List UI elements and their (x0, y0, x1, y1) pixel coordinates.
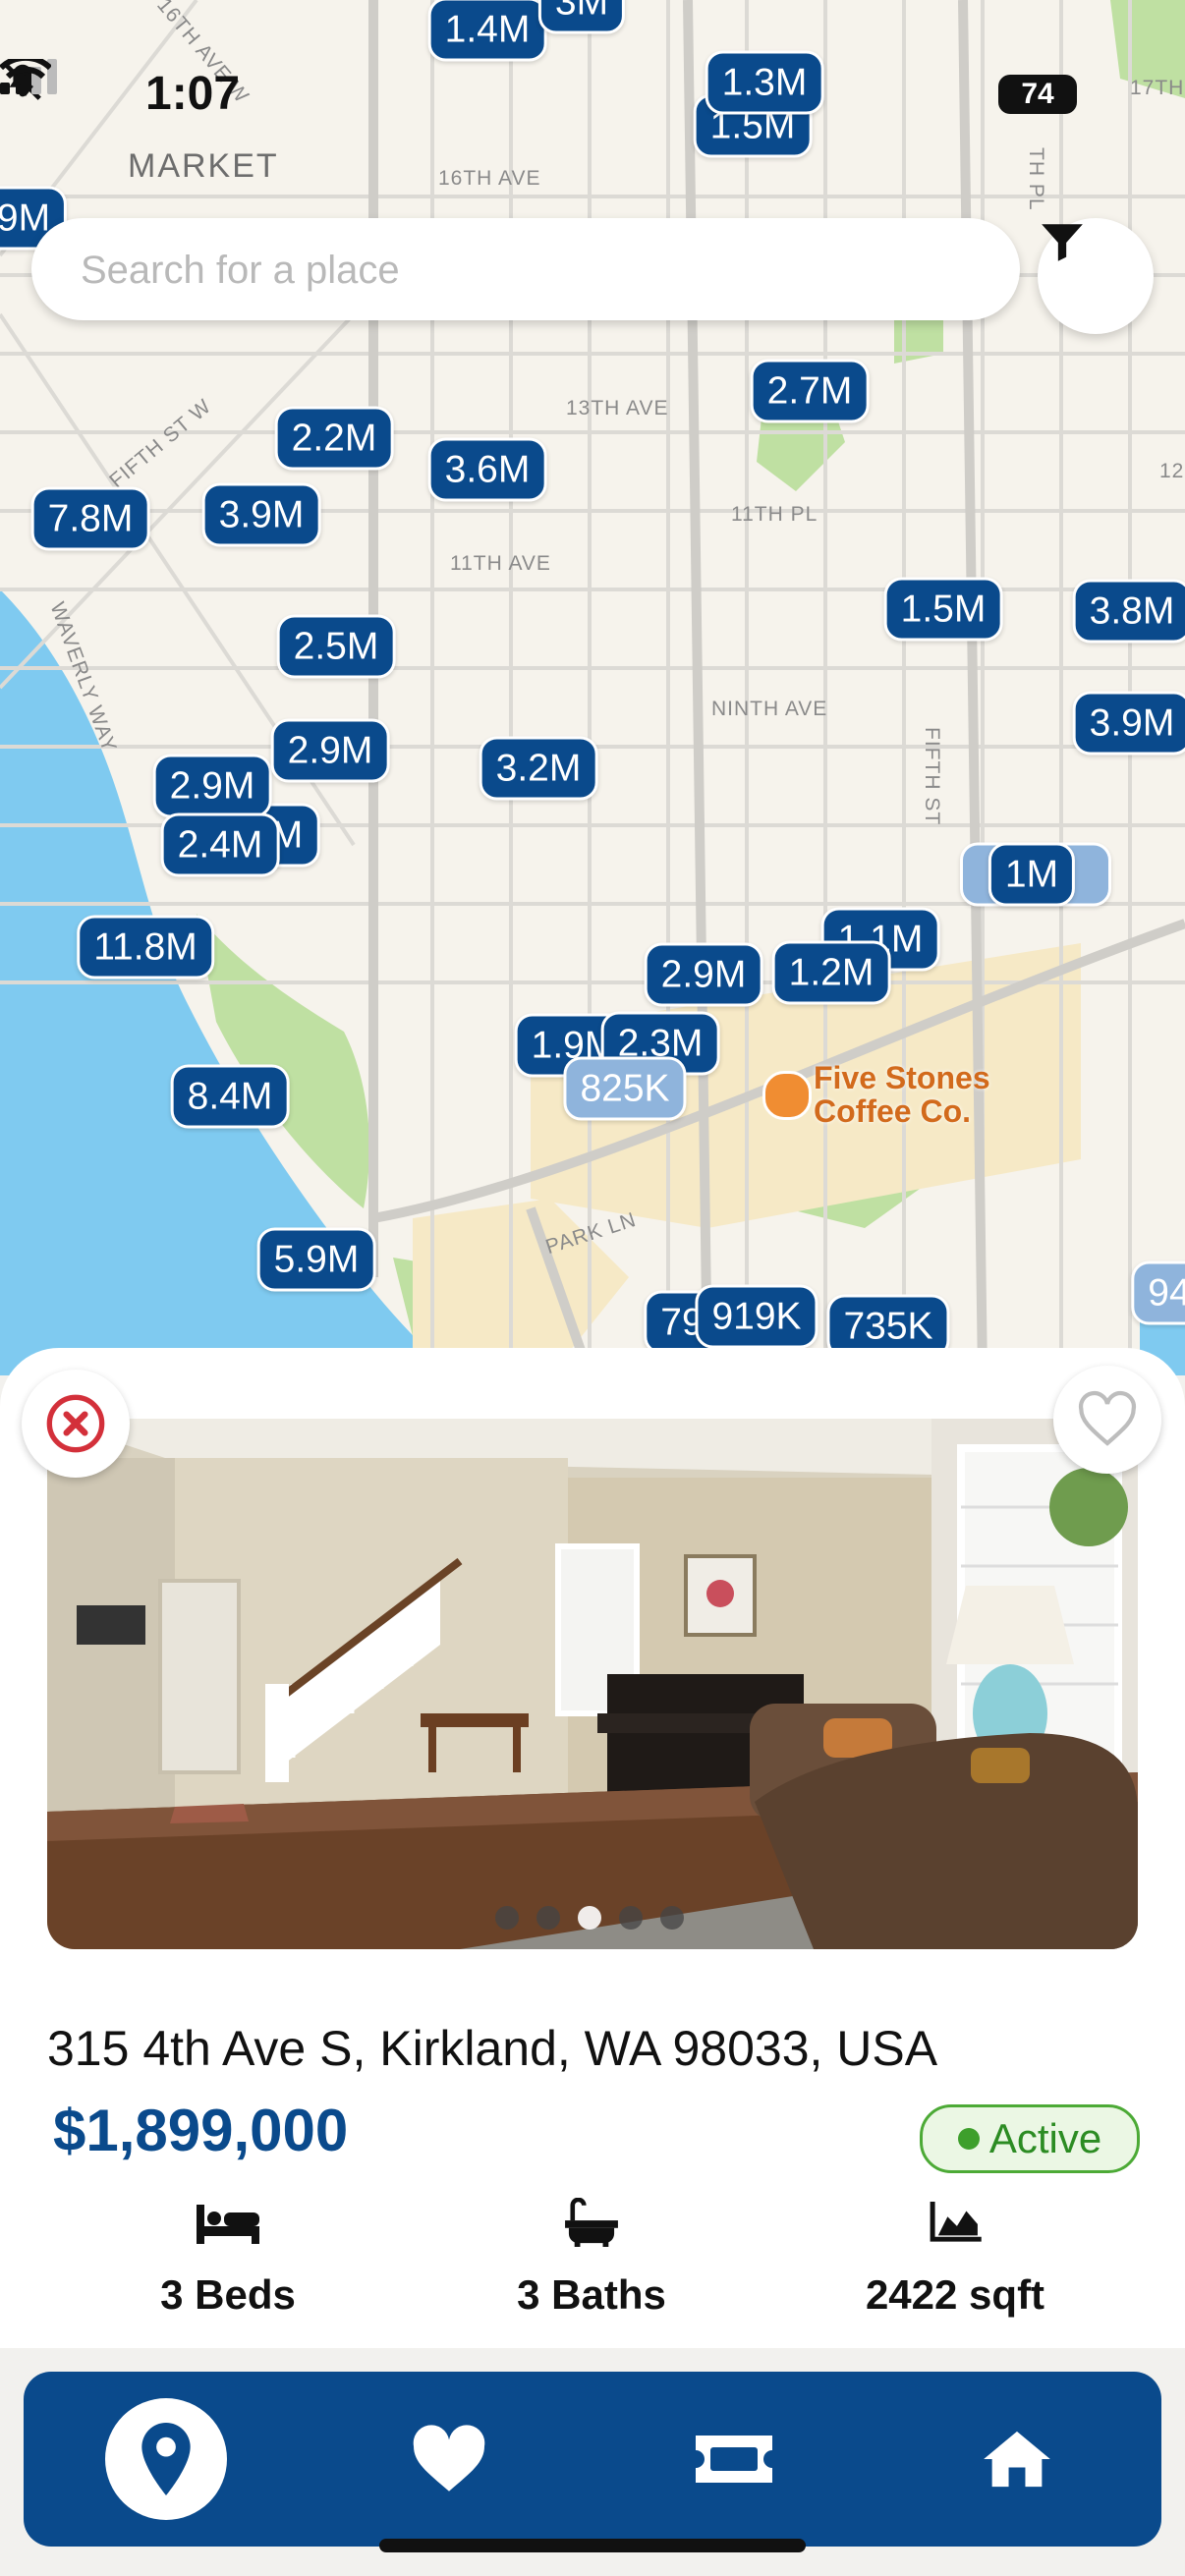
listing-photo[interactable] (47, 1419, 1138, 1949)
price-pin[interactable]: 1.2M (771, 940, 891, 1005)
area-chart-icon (930, 2202, 982, 2242)
price-pin[interactable]: 2.2M (274, 406, 394, 471)
status-label: Active (988, 2115, 1102, 2161)
price-pin[interactable]: 94 (1131, 1260, 1185, 1325)
price-pin[interactable]: 2.7M (750, 359, 870, 423)
price-pin[interactable]: 2.5M (276, 614, 396, 679)
heart-outline-icon (1078, 1390, 1137, 1446)
map-background (0, 0, 1185, 1375)
living-room-photo (47, 1419, 1138, 1949)
status-dot (957, 2128, 980, 2150)
price-pin[interactable]: 1.4M (427, 0, 547, 62)
pagination-dot[interactable] (660, 1906, 684, 1930)
area-value: 2422 sqft (865, 2271, 1045, 2318)
street-label: 16TH AVE (438, 167, 541, 190)
street-label: 11TH PL (731, 503, 818, 526)
home-icon (984, 2431, 1050, 2488)
circle-x-icon (46, 1394, 105, 1453)
street-label: NINTH AVE (711, 698, 828, 720)
price-pin[interactable]: 5.9M (256, 1227, 376, 1292)
search-input[interactable] (79, 218, 987, 322)
pagination-dot-active[interactable] (578, 1906, 601, 1930)
pagination-dot[interactable] (495, 1906, 519, 1930)
street-label: 13TH AVE (566, 397, 669, 420)
nav-map[interactable] (92, 2372, 240, 2547)
price-pin[interactable]: 1M (988, 842, 1076, 907)
neighborhood-label: MARKET (128, 147, 279, 185)
price-pin[interactable]: 2.9M (270, 718, 390, 783)
price-pin[interactable]: 3.9M (1072, 691, 1185, 756)
price-pin[interactable]: 11.8M (77, 915, 214, 980)
price-pin[interactable]: 8.4M (170, 1064, 290, 1129)
ticket-icon (696, 2436, 772, 2483)
area-stat: 2422 sqft (808, 2193, 1102, 2319)
bathtub-icon (565, 2198, 618, 2247)
wifi-icon (0, 59, 51, 96)
price-pin[interactable]: 919K (695, 1284, 818, 1349)
status-badge: Active (920, 2104, 1140, 2173)
price-pin[interactable]: 1.5M (883, 577, 1003, 642)
favorite-button[interactable] (1053, 1366, 1161, 1474)
bottom-nav (24, 2372, 1161, 2547)
status-bar: 1:07 74 (0, 59, 1185, 128)
nav-favorites[interactable] (375, 2372, 523, 2547)
price-pin[interactable]: 3.2M (479, 736, 598, 801)
street-label: FIFTH ST (921, 727, 943, 826)
poi-name: Five Stones Coffee Co. (814, 1060, 990, 1129)
street-label: TH PL (1025, 147, 1047, 211)
filter-button[interactable] (1038, 218, 1154, 334)
pagination-dot[interactable] (536, 1906, 560, 1930)
price-pin[interactable]: 3.9M (201, 482, 321, 547)
price-pin[interactable]: 3M (537, 0, 626, 34)
home-indicator (379, 2539, 806, 2552)
beds-value: 3 Beds (160, 2271, 296, 2318)
price-pin[interactable]: 3.8M (1072, 579, 1185, 644)
nav-tickets[interactable] (660, 2372, 808, 2547)
beds-stat: 3 Beds (81, 2193, 375, 2319)
price-pin[interactable]: 3.6M (427, 437, 547, 502)
pagination-dot[interactable] (619, 1906, 643, 1930)
bed-icon (197, 2205, 259, 2244)
baths-value: 3 Baths (517, 2271, 666, 2318)
price-pin[interactable]: 2.9M (644, 942, 763, 1007)
battery-indicator: 74 (998, 75, 1077, 114)
photo-pagination[interactable] (495, 1906, 684, 1930)
street-label: 11TH AVE (450, 552, 551, 575)
nav-home[interactable] (943, 2372, 1091, 2547)
map-pin-icon (141, 2423, 191, 2495)
price-pin[interactable]: 825K (563, 1056, 687, 1121)
heart-icon (413, 2425, 485, 2492)
funnel-icon (1042, 224, 1083, 261)
listing-address: 315 4th Ave S, Kirkland, WA 98033, USA (47, 2021, 938, 2076)
street-label: 12 (1159, 460, 1185, 482)
price-pin[interactable]: 2.4M (160, 812, 280, 877)
price-pin[interactable]: 2.9M (152, 754, 272, 818)
price-pin[interactable]: 7.8M (30, 486, 150, 551)
status-time: 1:07 (145, 68, 241, 120)
close-button[interactable] (22, 1370, 130, 1478)
coffee-icon (762, 1071, 812, 1120)
listing-price: $1,899,000 (53, 2098, 349, 2163)
baths-stat: 3 Baths (444, 2193, 739, 2319)
map-view[interactable]: 16TH AVE 13TH AVE 11TH PL 11TH AVE NINTH… (0, 0, 1185, 1375)
search-bar[interactable] (31, 218, 1020, 322)
